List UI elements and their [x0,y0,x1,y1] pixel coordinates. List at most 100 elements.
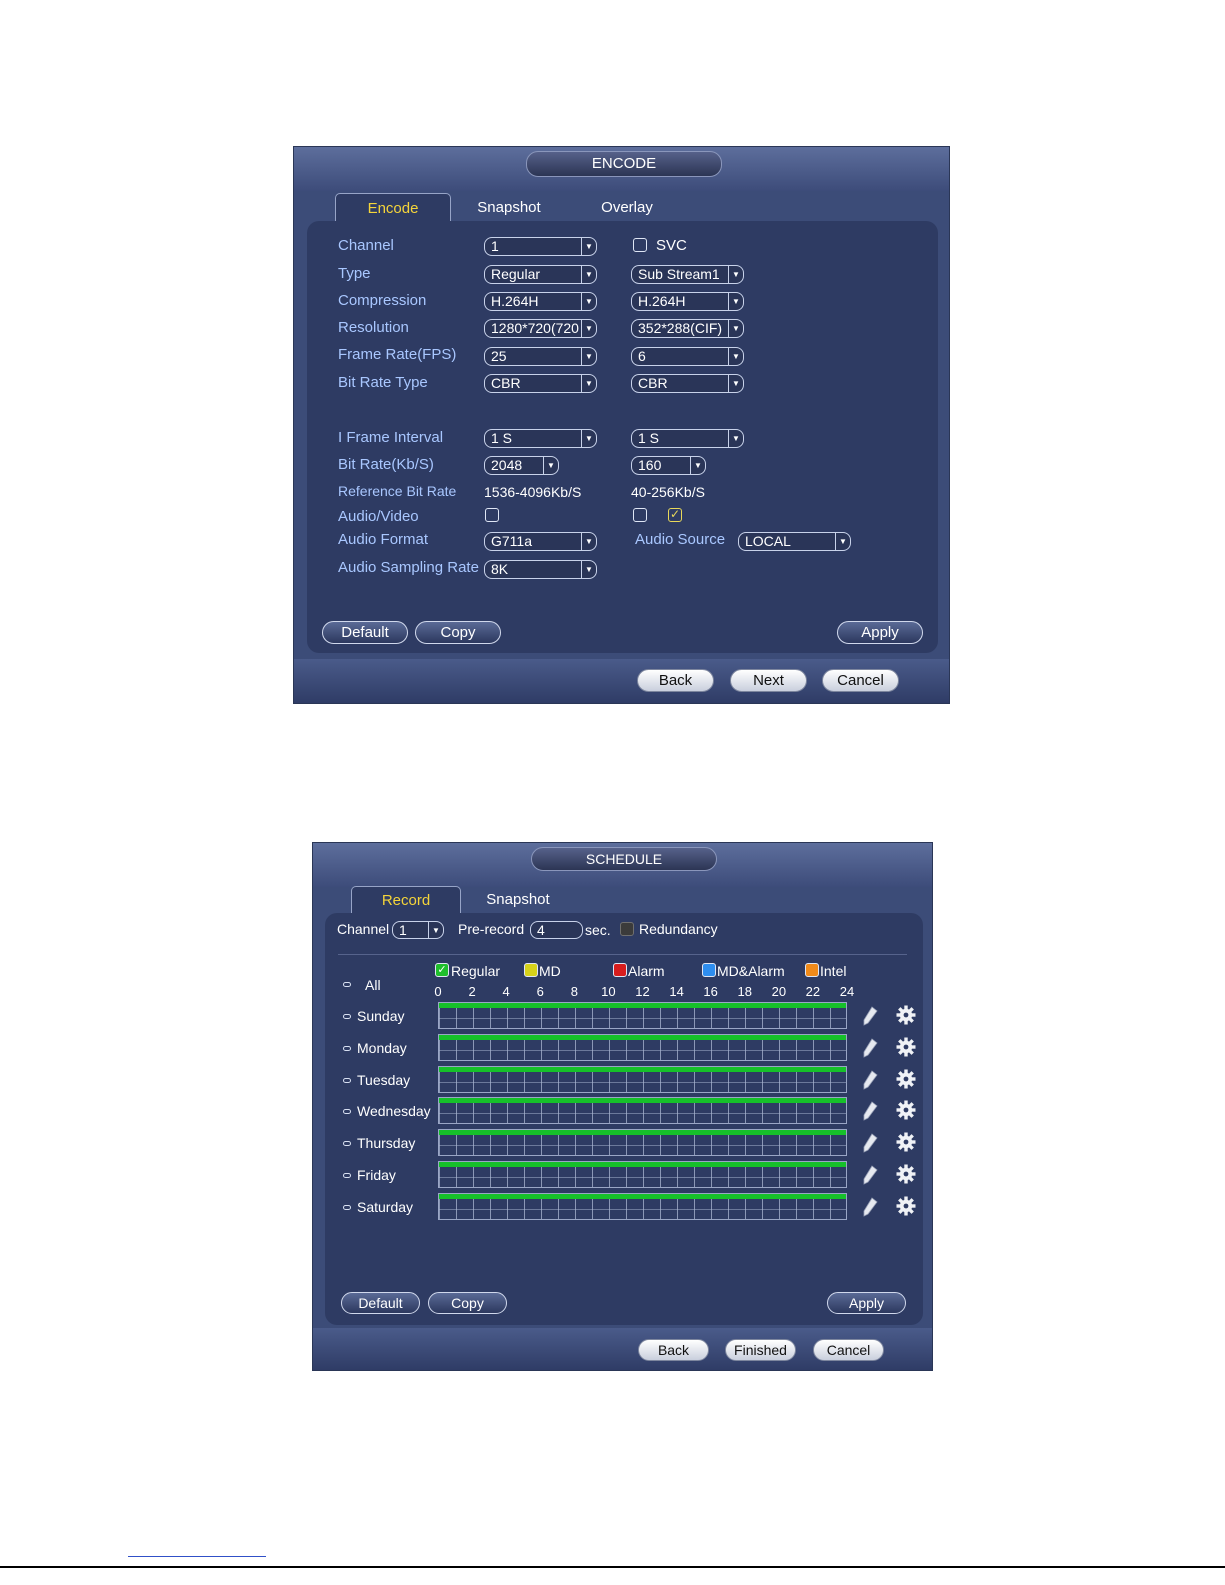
day-label: Tuesday [357,1071,411,1088]
chevron-down-icon: ▼ [543,457,558,474]
day-toggle[interactable] [343,1014,351,1019]
chevron-down-icon: ▼ [581,533,596,550]
chevron-down-icon: ▼ [581,266,596,283]
pencil-icon[interactable] [862,1133,878,1153]
label-svc: SVC [656,237,687,254]
day-toggle[interactable] [343,1204,351,1210]
sub-resolution-select[interactable]: 352*288(CIF) ▼ [631,319,744,338]
sub-bit-rate-type-select[interactable]: CBR ▼ [631,374,744,393]
schedule-apply-button[interactable]: Apply [827,1292,906,1314]
sub-bit-rate-select[interactable]: 160 ▼ [631,456,706,475]
next-button[interactable]: Next [730,669,807,692]
schedule-timeline[interactable] [438,1065,847,1093]
chevron-down-icon: ▼ [728,320,743,337]
gear-icon[interactable] [896,1069,916,1089]
label-compression: Compression [338,292,427,309]
encode-window: ENCODE Encode Snapshot Overlay Channel T… [293,146,950,704]
gear-icon[interactable] [896,1196,916,1216]
resolution-select[interactable]: 1280*720(720 ▼ [484,319,597,338]
schedule-cancel-button[interactable]: Cancel [813,1339,884,1361]
schedule-timeline[interactable] [438,1002,847,1029]
pencil-icon[interactable] [862,1197,878,1217]
schedule-timeline[interactable] [438,1033,847,1061]
sub-i-frame-select[interactable]: 1 S ▼ [631,429,744,448]
chevron-down-icon: ▼ [728,266,743,283]
bit-rate-select[interactable]: 2048 ▼ [484,456,559,475]
audio-source-select[interactable]: LOCAL ▼ [738,532,851,551]
label-bit-rate: Bit Rate(Kb/S) [338,456,434,473]
chevron-down-icon: ▼ [581,430,596,447]
audio-sampling-select[interactable]: 8K ▼ [484,560,597,579]
type-select[interactable]: Regular ▼ [484,265,597,284]
schedule-timeline[interactable] [438,1129,847,1157]
label-audio-format: Audio Format [338,531,429,548]
ref-bit-rate-main: 1536-4096Kb/S [484,484,582,500]
gear-icon[interactable] [896,1005,916,1025]
day-toggle[interactable] [343,1141,351,1147]
audio-video-extra-checkbox[interactable]: ✓ [668,508,682,522]
finished-button[interactable]: Finished [725,1339,796,1361]
compression-select[interactable]: H.264H ▼ [484,292,597,311]
label-channel: Channel [338,237,394,254]
pencil-icon[interactable] [862,1101,878,1122]
chevron-down-icon: ▼ [728,348,743,365]
label-resolution: Resolution [338,319,409,336]
day-toggle[interactable] [343,1045,351,1051]
gear-icon[interactable] [896,1132,916,1152]
schedule-back-button[interactable]: Back [638,1339,709,1361]
day-toggle[interactable] [343,1173,351,1178]
pencil-icon[interactable] [862,1165,878,1185]
day-label: Sunday [357,1008,405,1024]
back-button[interactable]: Back [637,669,714,692]
schedule-timeline[interactable] [438,1097,847,1125]
schedule-copy-button[interactable]: Copy [428,1292,507,1314]
label-audio-sampling: Audio Sampling Rate [338,559,479,576]
label-ref-bit-rate: Reference Bit Rate [338,483,457,499]
copy-button[interactable]: Copy [415,621,501,644]
sub-compression-select[interactable]: H.264H ▼ [631,292,744,311]
chevron-down-icon: ▼ [728,430,743,447]
i-frame-select[interactable]: 1 S ▼ [484,429,597,448]
chevron-down-icon: ▼ [581,375,596,392]
schedule-timeline[interactable] [438,1192,847,1220]
label-frame-rate: Frame Rate(FPS) [338,346,457,363]
pencil-icon[interactable] [862,1038,878,1058]
audio-video-sub-checkbox[interactable] [633,508,647,522]
day-label: Saturday [357,1198,414,1215]
sub-frame-rate-select[interactable]: 6 ▼ [631,347,744,366]
gear-icon[interactable] [896,1037,916,1057]
day-label: Friday [357,1167,396,1183]
day-toggle[interactable] [343,1109,351,1115]
schedule-timeline[interactable] [438,1161,847,1188]
day-label: Monday [357,1039,407,1056]
schedule-default-button[interactable]: Default [341,1292,420,1314]
label-i-frame: I Frame Interval [338,429,444,446]
chevron-down-icon: ▼ [835,533,850,550]
chevron-down-icon: ▼ [728,375,743,392]
pencil-icon[interactable] [862,1069,878,1090]
gear-icon[interactable] [896,1100,916,1120]
audio-video-main-checkbox[interactable] [485,508,499,522]
bit-rate-type-select[interactable]: CBR ▼ [484,374,597,393]
day-label: Thursday [357,1135,416,1152]
label-type: Type [338,265,371,282]
svc-checkbox[interactable] [633,238,647,252]
gear-icon[interactable] [896,1164,916,1184]
sub-type-select[interactable]: Sub Stream1 ▼ [631,265,744,284]
tab-overlay[interactable]: Overlay [572,193,682,223]
cancel-button[interactable]: Cancel [822,669,899,692]
audio-format-select[interactable]: G711a ▼ [484,532,597,551]
default-button[interactable]: Default [322,621,408,644]
encode-title: ENCODE [526,151,722,177]
frame-rate-select[interactable]: 25 ▼ [484,347,597,366]
tab-encode[interactable]: Encode [335,193,451,223]
day-toggle[interactable] [343,1077,351,1083]
tab-snapshot[interactable]: Snapshot [454,193,564,223]
apply-button[interactable]: Apply [837,621,923,644]
pencil-icon[interactable] [862,1006,878,1026]
chevron-down-icon: ▼ [581,293,596,310]
channel-select[interactable]: 1 ▼ [484,237,597,256]
chevron-down-icon: ▼ [581,238,596,255]
chevron-down-icon: ▼ [581,348,596,365]
chevron-down-icon: ▼ [581,320,596,337]
